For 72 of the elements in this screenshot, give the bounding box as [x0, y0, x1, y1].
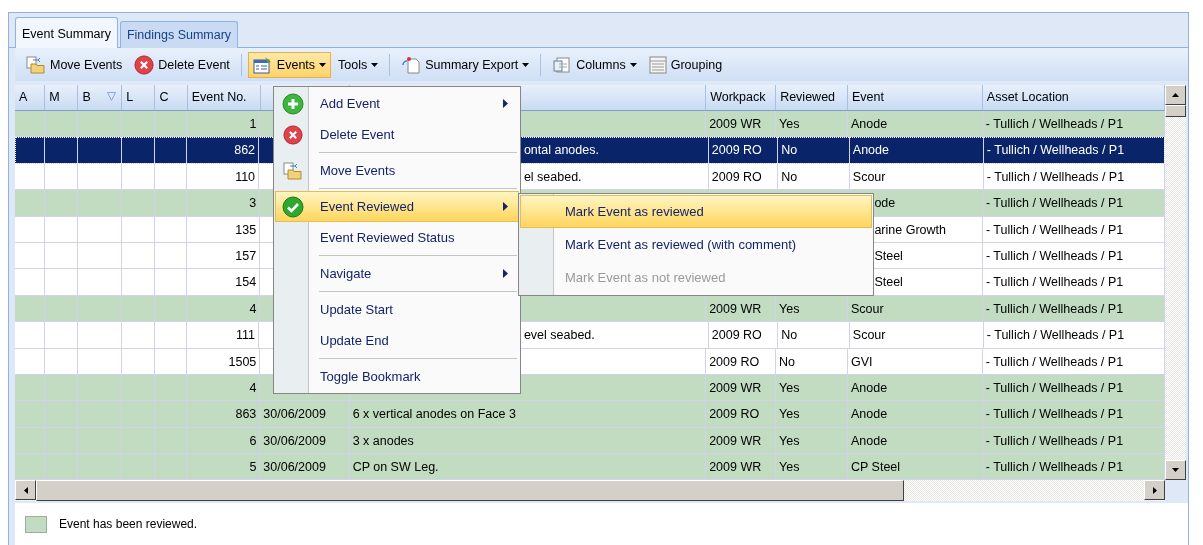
table-cell: 2009 RO	[711, 328, 762, 343]
table-cell: ontal anodes.	[523, 143, 599, 158]
table-cell: 110	[235, 169, 256, 184]
table-cell: Steel	[874, 248, 903, 263]
table-cell: 3	[249, 196, 257, 211]
table-cell: 2009 WR	[709, 117, 762, 131]
table-cell: 30/06/2009	[263, 407, 326, 422]
table-cell: Yes	[779, 301, 800, 316]
table-cell: - Tullich / Wellheads / P1	[985, 380, 1124, 395]
table-cell: - Tullich / Wellheads / P1	[985, 460, 1124, 475]
table-cell: - Tullich / Wellheads / P1	[986, 169, 1125, 184]
table-cell: Yes	[779, 117, 800, 131]
table-cell: Yes	[779, 433, 800, 448]
table-cell: 5	[249, 460, 257, 475]
table-cell: CP Steel	[850, 460, 901, 475]
table-cell: 4	[249, 380, 257, 395]
table-cell: 1505	[228, 354, 257, 369]
table-cell: 2009 RO	[711, 143, 762, 158]
table-cell: - Tullich / Wellheads / P1	[986, 143, 1125, 158]
table-cell: Scour	[850, 301, 884, 316]
table-cell: No	[779, 354, 796, 369]
table-cell: Yes	[779, 380, 800, 395]
table-cell: - Tullich / Wellheads / P1	[985, 248, 1124, 263]
table-cell: evel seabed.	[523, 328, 595, 343]
table-cell: 2009 WR	[709, 433, 762, 448]
table-cell: 1	[249, 117, 257, 131]
table-cell: Scour	[852, 169, 886, 184]
table-cell: Anode	[850, 380, 888, 395]
table-cell: 154	[235, 275, 257, 290]
table-cell: - Tullich / Wellheads / P1	[985, 433, 1124, 448]
table-cell: Anode	[850, 407, 888, 422]
table-cell: - Tullich / Wellheads / P1	[985, 196, 1124, 211]
table-cell: Anode	[850, 433, 888, 448]
table-cell: - Tullich / Wellheads / P1	[985, 407, 1124, 422]
table-cell: Anode	[852, 143, 889, 158]
table-cell: ode	[874, 196, 896, 211]
table-cell: arine Growth	[874, 222, 946, 237]
table-cell: 2009 WR	[709, 380, 762, 395]
table-cell: No	[781, 328, 798, 343]
table-cell: - Tullich / Wellheads / P1	[985, 117, 1124, 131]
table-cell: - Tullich / Wellheads / P1	[985, 301, 1124, 316]
table-cell: 6 x vertical anodes on Face 3	[352, 407, 516, 422]
table-cell: 3 x anodes	[352, 433, 414, 448]
table-cell: 6	[249, 433, 257, 448]
table-cell: 862	[234, 143, 256, 158]
table-cell: No	[781, 143, 798, 158]
table-cell: el seabed.	[523, 169, 582, 184]
table-cell: 2009 RO	[711, 169, 762, 184]
table-cell: - Tullich / Wellheads / P1	[985, 222, 1124, 237]
table-cell: 2009 RO	[709, 354, 760, 369]
table-cell: 2009 RO	[709, 407, 760, 422]
table-cell: 30/06/2009	[263, 433, 326, 448]
table-cell: 4	[249, 301, 257, 316]
table-cell: CP on SW Leg.	[352, 460, 439, 475]
legend-label: Event has been reviewed.	[59, 517, 198, 532]
table-cell: GVI	[850, 354, 873, 369]
table-cell: - Tullich / Wellheads / P1	[985, 275, 1124, 290]
table-cell: Yes	[779, 407, 800, 422]
table-cell: 2009 WR	[709, 301, 762, 316]
table-cell: 863	[235, 407, 257, 422]
table-cell: 135	[235, 222, 257, 237]
table-cell: 157	[235, 248, 257, 263]
table-cell: Anode	[850, 117, 888, 131]
table-cell: - Tullich / Wellheads / P1	[986, 328, 1125, 343]
table-cell: - Tullich / Wellheads / P1	[985, 354, 1124, 369]
table-cell: 2009 WR	[709, 460, 762, 475]
table-cell: Yes	[779, 460, 800, 475]
table-cell: 30/06/2009	[263, 460, 326, 475]
table-cell: Scour	[852, 328, 886, 343]
table-cell: No	[781, 169, 798, 184]
table-cell: Steel	[874, 275, 903, 290]
table-cell: 111	[236, 328, 256, 343]
